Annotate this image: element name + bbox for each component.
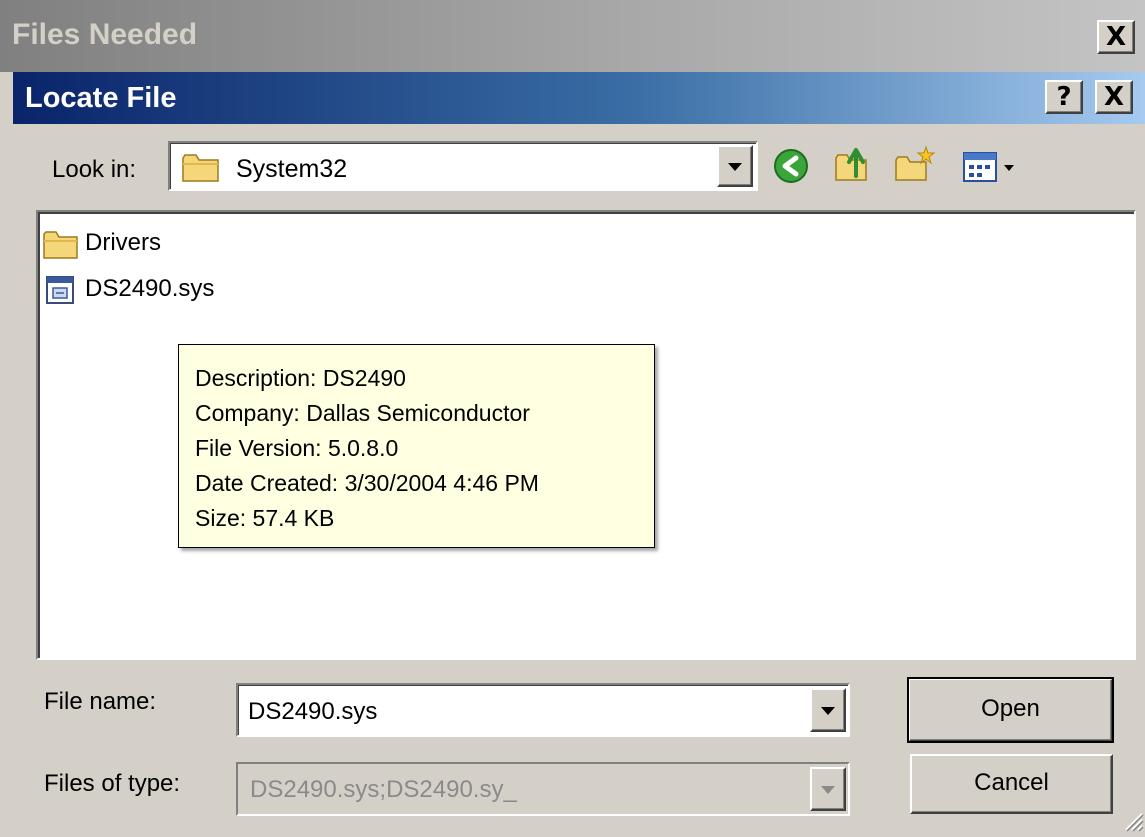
file-name-dropdown-button[interactable] — [810, 688, 846, 732]
tooltip-description: Description: DS2490 — [195, 365, 406, 391]
list-item[interactable]: DS2490.sys — [43, 272, 263, 308]
outer-close-button[interactable]: X — [1097, 20, 1135, 54]
help-button[interactable]: ? — [1045, 80, 1083, 114]
look-in-label: Look in: — [52, 156, 137, 183]
file-name-label: File name: — [44, 688, 157, 715]
folder-icon — [43, 228, 79, 260]
dialog-title-bar — [13, 72, 1145, 124]
outer-window-title: Files Needed — [12, 18, 198, 51]
dialog-close-button[interactable]: X — [1095, 80, 1133, 114]
file-name-value[interactable]: DS2490.sys — [248, 698, 377, 726]
back-icon[interactable] — [770, 145, 812, 187]
up-folder-icon[interactable] — [832, 142, 874, 184]
dialog-title: Locate File — [25, 82, 177, 114]
cancel-button[interactable]: Cancel — [910, 754, 1113, 814]
tooltip-company: Company: Dallas Semiconductor — [195, 400, 530, 426]
system-file-icon — [43, 274, 79, 306]
file-type-dropdown-button — [810, 767, 846, 811]
chevron-down-icon — [821, 707, 835, 715]
tooltip-file-version: File Version: 5.0.8.0 — [195, 435, 399, 461]
list-item-label: DS2490.sys — [85, 275, 215, 302]
file-type-value: DS2490.sys;DS2490.sy_ — [250, 776, 517, 803]
views-menu-icon[interactable] — [960, 145, 1022, 187]
resize-grip-icon[interactable] — [1120, 808, 1144, 832]
folder-icon — [181, 150, 221, 184]
open-button[interactable]: Open — [907, 677, 1114, 743]
chevron-down-icon — [728, 163, 742, 171]
chevron-down-icon — [821, 786, 835, 794]
tooltip-size: Size: 57.4 KB — [195, 505, 335, 531]
file-type-label: Files of type: — [44, 770, 181, 797]
new-folder-icon[interactable] — [893, 143, 936, 185]
look-in-value: System32 — [236, 155, 348, 183]
look-in-dropdown-button[interactable] — [717, 145, 753, 187]
list-item[interactable]: Drivers — [43, 226, 243, 262]
list-item-label: Drivers — [85, 229, 161, 256]
tooltip-date-created: Date Created: 3/30/2004 4:46 PM — [195, 470, 539, 496]
